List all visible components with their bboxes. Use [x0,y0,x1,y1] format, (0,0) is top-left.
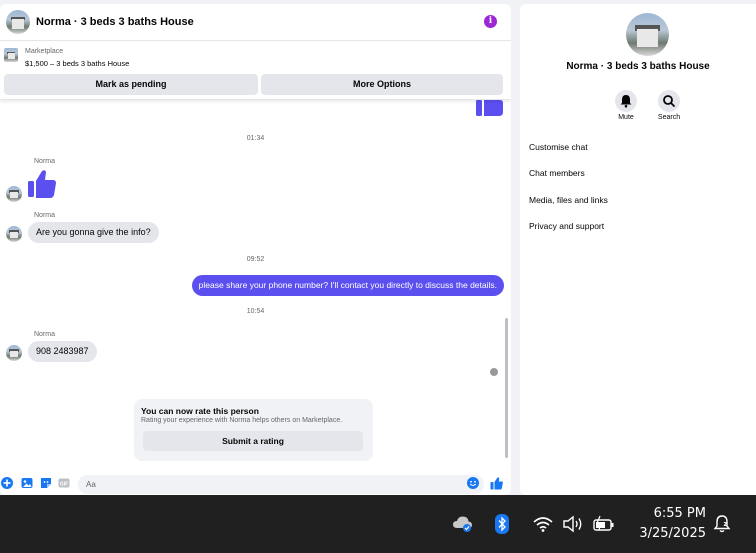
contact-avatar[interactable] [6,186,22,202]
chat-title[interactable]: Norma · 3 beds 3 baths House [36,16,194,28]
marketplace-label: Marketplace [25,48,64,55]
chat-panel: Norma · 3 beds 3 baths House i Marketpla… [0,4,511,495]
scrollbar[interactable] [505,318,508,458]
wifi-icon[interactable] [532,515,554,533]
message-list[interactable]: 01:34 Norma Norma Are you gonna give the… [0,100,511,468]
customise-chat-item[interactable]: Customise chat [529,142,588,152]
contact-avatar-large[interactable] [626,13,669,56]
incoming-message[interactable]: 908 2483987 [28,341,97,362]
emoji-icon[interactable] [467,477,479,489]
sender-name: Norma [34,212,56,219]
rating-card: You can now rate this person Rating your… [134,399,373,461]
rating-subtitle: Rating your experience with Norma helps … [141,417,343,424]
taskbar: 6:55 PM 3/25/2025 z [0,495,756,553]
outgoing-message[interactable]: please share your phone number? I'll con… [191,275,504,296]
svg-text:z: z [724,520,728,528]
sender-name: Norma [34,331,56,338]
seen-indicator [490,368,498,376]
mark-as-pending-button[interactable]: Mark as pending [4,74,258,95]
chat-info-panel: Norma · 3 beds 3 baths House Mute Search… [520,4,756,495]
search-button[interactable] [658,90,680,112]
clock-time[interactable]: 6:55 PM [626,506,706,521]
incoming-message[interactable]: Are you gonna give the info? [28,222,159,243]
battery-icon[interactable] [592,515,616,533]
contact-avatar[interactable] [6,10,30,34]
thumbs-up-icon [28,170,56,198]
thumbs-up-send-icon[interactable] [490,477,503,490]
contact-name: Norma · 3 beds 3 baths House [566,61,710,72]
mute-button[interactable] [615,90,637,112]
bell-icon [620,95,632,108]
cloud-icon[interactable] [452,515,474,533]
listing-thumbnail[interactable] [4,48,18,62]
contact-avatar[interactable] [6,345,22,361]
timestamp: 10:54 [246,308,265,315]
gif-icon[interactable]: GIF [58,477,70,489]
chat-header: Norma · 3 beds 3 baths House i [0,4,511,41]
notification-icon[interactable]: z [712,514,732,534]
rating-title: You can now rate this person [141,406,259,416]
thumbs-up-icon [476,100,503,116]
more-options-button[interactable]: More Options [261,74,503,95]
composer: GIF [0,470,511,495]
speaker-icon[interactable] [562,515,584,533]
clock-date[interactable]: 3/25/2025 [620,526,706,541]
message-input[interactable] [78,475,484,494]
bluetooth-icon[interactable] [495,514,509,534]
submit-rating-button[interactable]: Submit a rating [143,431,363,451]
info-icon[interactable]: i [484,15,497,28]
image-icon[interactable] [21,477,33,489]
sticker-icon[interactable] [40,477,52,489]
media-files-links-item[interactable]: Media, files and links [529,195,608,205]
timestamp: 01:34 [246,135,265,142]
mute-label: Mute [618,114,634,121]
contact-avatar[interactable] [6,226,22,242]
listing-title[interactable]: $1,500 – 3 beds 3 baths House [25,59,129,68]
timestamp: 09:52 [246,256,265,263]
marketplace-bar: Marketplace $1,500 – 3 beds 3 baths Hous… [0,42,511,100]
search-label: Search [657,114,681,121]
sender-name: Norma [34,158,56,165]
search-icon [663,95,675,107]
plus-icon[interactable] [1,477,13,489]
privacy-support-item[interactable]: Privacy and support [529,221,604,231]
svg-text:GIF: GIF [60,481,68,487]
chat-members-item[interactable]: Chat members [529,168,585,178]
